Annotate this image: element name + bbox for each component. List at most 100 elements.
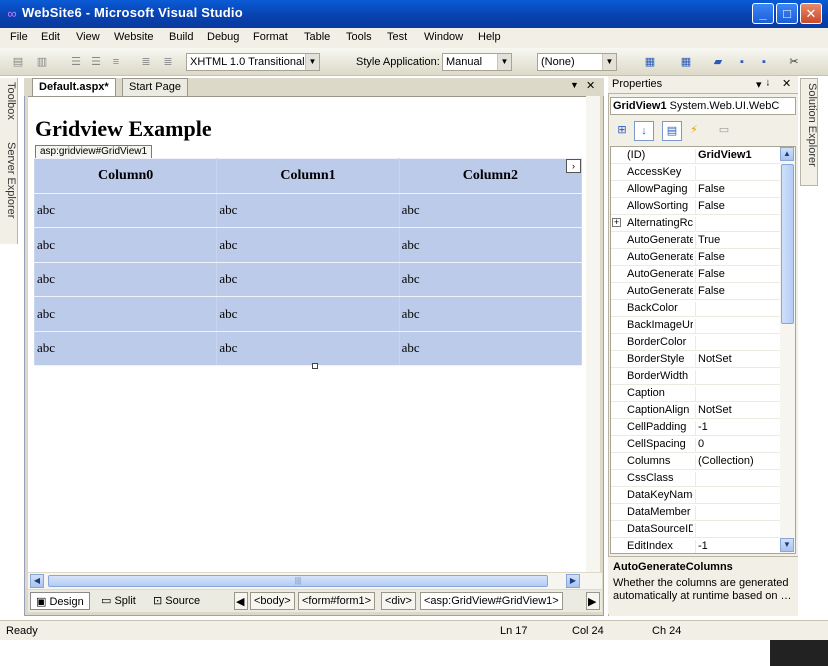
property-row[interactable]: AutoGenerate False [611, 283, 781, 300]
menu-table[interactable]: Table [304, 31, 330, 43]
property-value[interactable] [695, 472, 781, 487]
property-row[interactable]: BackColor [611, 300, 781, 317]
events-icon[interactable]: ⚡ [684, 121, 704, 141]
tag-path-gridview[interactable]: <asp:GridView#GridView1> [420, 592, 563, 610]
property-value[interactable]: False [695, 268, 781, 283]
property-row[interactable]: BorderWidth [611, 368, 781, 385]
cut-icon[interactable]: ✂ [786, 55, 802, 69]
expand-icon[interactable]: + [612, 218, 621, 227]
property-row[interactable]: BorderStyle NotSet [611, 351, 781, 368]
tab-list-icon[interactable]: ▼ [570, 80, 579, 90]
design-view-button[interactable]: ▣ Design [30, 592, 90, 610]
menu-tools[interactable]: Tools [346, 31, 372, 43]
doctype-dropdown[interactable]: XHTML 1.0 Transitional ( ▼ [186, 53, 320, 71]
property-row[interactable]: BorderColor [611, 334, 781, 351]
split-view-button[interactable]: ▭ Split [96, 592, 141, 610]
menu-test[interactable]: Test [387, 31, 407, 43]
property-row[interactable]: + AlternatingRc [611, 215, 781, 232]
property-row[interactable]: AutoGenerate False [611, 249, 781, 266]
property-row[interactable]: AllowSorting False [611, 198, 781, 215]
horizontal-scroll-thumb[interactable]: ||| [48, 575, 548, 587]
menu-format[interactable]: Format [253, 31, 288, 43]
grid-header-cell[interactable]: Column2 [398, 158, 583, 194]
scroll-up-icon[interactable]: ▲ [780, 147, 794, 161]
grid-cell[interactable]: abc [216, 192, 400, 228]
property-row[interactable]: AccessKey [611, 164, 781, 181]
menu-file[interactable]: File [10, 31, 28, 43]
tab-default-aspx[interactable]: Default.aspx* [32, 78, 116, 96]
menu-view[interactable]: View [76, 31, 100, 43]
property-value[interactable] [695, 336, 781, 351]
property-value[interactable] [695, 489, 781, 504]
grid-cell[interactable]: abc [216, 227, 400, 263]
menu-website[interactable]: Website [114, 31, 154, 43]
target-rule-dropdown[interactable]: (None) ▼ [537, 53, 617, 71]
property-row[interactable]: CaptionAlign NotSet [611, 402, 781, 419]
grid-header-cell[interactable]: Column1 [216, 158, 400, 194]
outdent-icon[interactable]: ☰ [88, 55, 104, 69]
tab-close-icon[interactable]: ✕ [586, 79, 595, 92]
scroll-down-icon[interactable]: ▼ [780, 538, 794, 552]
grid-cell[interactable]: abc [398, 261, 583, 297]
gridview[interactable]: Column0 Column1 Column2 abc abc abc abc … [33, 158, 583, 366]
grid-cell[interactable]: abc [398, 227, 583, 263]
property-pages-icon[interactable]: ▭ [714, 121, 734, 141]
tab-start-page[interactable]: Start Page [122, 78, 188, 96]
format-clear-icon[interactable]: ▥ [34, 55, 50, 69]
property-row[interactable]: AllowPaging False [611, 181, 781, 198]
properties-icon[interactable]: ▤ [662, 121, 682, 141]
tag-path-forward-icon[interactable]: ▶ [586, 592, 600, 610]
scroll-left-icon[interactable]: ◀ [30, 574, 44, 588]
property-value[interactable]: False [695, 200, 781, 215]
grid-cell[interactable]: abc [398, 296, 583, 332]
table-icon[interactable]: ▦ [678, 55, 694, 69]
property-value[interactable]: (Collection) [695, 455, 781, 470]
open-folder-icon[interactable]: ▰ [710, 55, 726, 69]
menu-debug[interactable]: Debug [207, 31, 239, 43]
menu-edit[interactable]: Edit [41, 31, 60, 43]
grid-cell[interactable]: abc [216, 296, 400, 332]
tag-path-back-icon[interactable]: ◀ [234, 592, 248, 610]
menu-window[interactable]: Window [424, 31, 463, 43]
maximize-button[interactable]: □ [776, 3, 798, 24]
property-row[interactable]: CellPadding -1 [611, 419, 781, 436]
grid-cell[interactable]: abc [33, 296, 218, 332]
menu-help[interactable]: Help [478, 31, 501, 43]
property-value[interactable] [695, 319, 781, 334]
property-row[interactable]: EditIndex -1 [611, 538, 781, 553]
tag-path-body[interactable]: <body> [250, 592, 295, 610]
tag-path-form[interactable]: <form#form1> [298, 592, 376, 610]
scroll-right-icon[interactable]: ▶ [566, 574, 580, 588]
property-value[interactable] [695, 523, 781, 538]
object-selector[interactable]: GridView1 System.Web.UI.WebC [610, 97, 796, 115]
grid-header-cell[interactable]: Column0 [33, 158, 218, 194]
indent-icon[interactable]: ☰ [68, 55, 84, 69]
close-button[interactable]: ✕ [800, 3, 822, 24]
grid-cell[interactable]: abc [216, 261, 400, 297]
smart-tag-button[interactable]: › [566, 159, 581, 173]
property-value[interactable] [695, 302, 781, 317]
page-heading[interactable]: Gridview Example [35, 116, 212, 142]
grid-cell[interactable]: abc [33, 227, 218, 263]
grid-cell[interactable]: abc [398, 192, 583, 228]
save-icon[interactable]: ▪ [734, 55, 750, 69]
alphabetical-icon[interactable]: ↓ [634, 121, 654, 141]
property-value[interactable] [695, 370, 781, 385]
menu-build[interactable]: Build [169, 31, 193, 43]
format-icon[interactable]: ▤ [10, 55, 26, 69]
property-value[interactable] [695, 506, 781, 521]
minimize-button[interactable]: _ [752, 3, 774, 24]
source-view-button[interactable]: ⊡ Source [148, 592, 205, 610]
property-row[interactable]: DataMember [611, 504, 781, 521]
property-value[interactable]: NotSet [695, 353, 781, 368]
property-value[interactable]: GridView1 [695, 149, 781, 164]
save-all-icon[interactable]: ▪ [756, 55, 772, 69]
categorized-icon[interactable]: ⊞ [612, 121, 632, 141]
property-value[interactable]: 0 [695, 438, 781, 453]
property-row[interactable]: Caption [611, 385, 781, 402]
property-value[interactable]: False [695, 251, 781, 266]
editor-vertical-scrollbar[interactable] [586, 96, 600, 572]
properties-close-icon[interactable]: ✕ [782, 77, 791, 90]
property-row[interactable]: DataSourceID [611, 521, 781, 538]
grid-cell[interactable]: abc [216, 330, 400, 366]
